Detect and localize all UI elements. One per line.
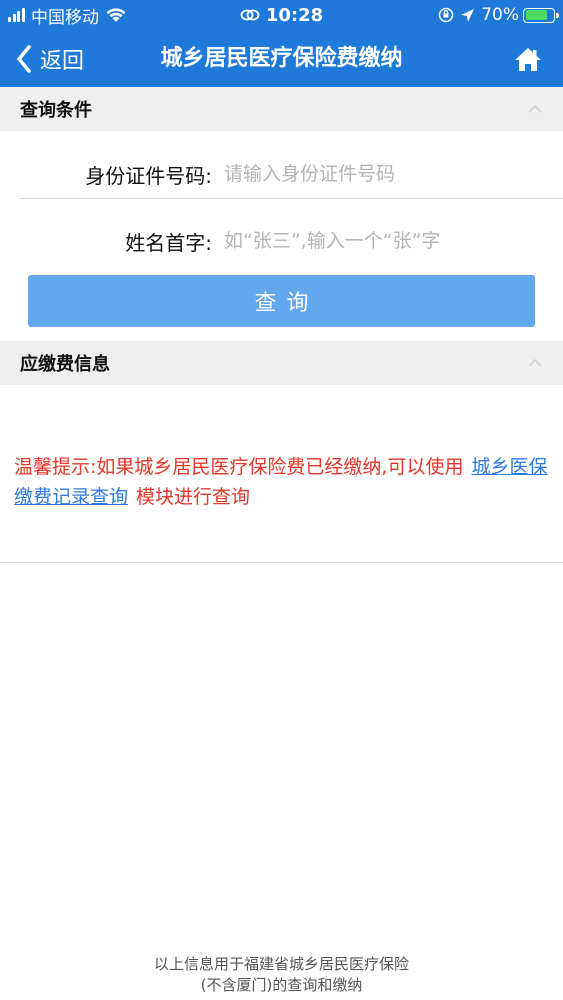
status-bar: 中国移动 10:28 70% (0, 0, 563, 30)
section-divider (0, 562, 563, 563)
query-section-title: 查询条件 (20, 100, 92, 121)
payment-section-header[interactable]: 应缴费信息 (0, 341, 563, 385)
nav-bar: 返回 城乡居民医疗保险费缴纳 (0, 30, 563, 87)
status-right: 70% (438, 0, 559, 30)
home-icon[interactable] (513, 45, 543, 73)
payment-tip: 温馨提示:如果城乡居民医疗保险费已经缴纳,可以使用 城乡医保缴费记录查询 模块进行查… (14, 452, 549, 512)
id-number-input[interactable] (212, 154, 563, 194)
payment-section-title: 应缴费信息 (20, 354, 110, 375)
form-divider (20, 198, 563, 199)
query-button[interactable]: 查询 (28, 275, 535, 327)
footer-note: 以上信息用于福建省城乡居民医疗保险 (不含厦门)的查询和缴纳 (0, 954, 563, 996)
chevron-up-icon (528, 104, 542, 113)
signal-icon (8, 8, 26, 22)
footer-line-2: (不含厦门)的查询和缴纳 (200, 976, 363, 994)
back-label: 返回 (40, 48, 85, 74)
link-icon (240, 9, 260, 21)
id-number-label: 身份证件号码: (85, 163, 212, 188)
status-left: 中国移动 (8, 0, 127, 30)
back-button[interactable]: 返回 (16, 30, 84, 87)
query-section-header[interactable]: 查询条件 (0, 87, 563, 131)
wifi-icon (106, 8, 126, 22)
chevron-left-icon (17, 44, 31, 73)
name-initial-row: 姓名首字: (0, 208, 563, 274)
chevron-up-icon (528, 358, 542, 367)
carrier-name: 中国移动 (31, 7, 99, 28)
tip-prefix: 温馨提示:如果城乡居民医疗保险费已经缴纳,可以使用 (14, 456, 464, 478)
location-icon (461, 8, 475, 22)
status-time: 10:28 (265, 4, 324, 26)
orientation-lock-icon (438, 7, 454, 23)
page-title: 城乡居民医疗保险费缴纳 (160, 46, 403, 71)
name-initial-label: 姓名首字: (125, 230, 212, 255)
battery-percent: 70% (481, 5, 519, 25)
name-initial-input[interactable] (212, 221, 563, 261)
footer-line-1: 以上信息用于福建省城乡居民医疗保险 (153, 955, 409, 973)
tip-suffix: 模块进行查询 (136, 486, 251, 508)
battery-icon (523, 7, 559, 23)
